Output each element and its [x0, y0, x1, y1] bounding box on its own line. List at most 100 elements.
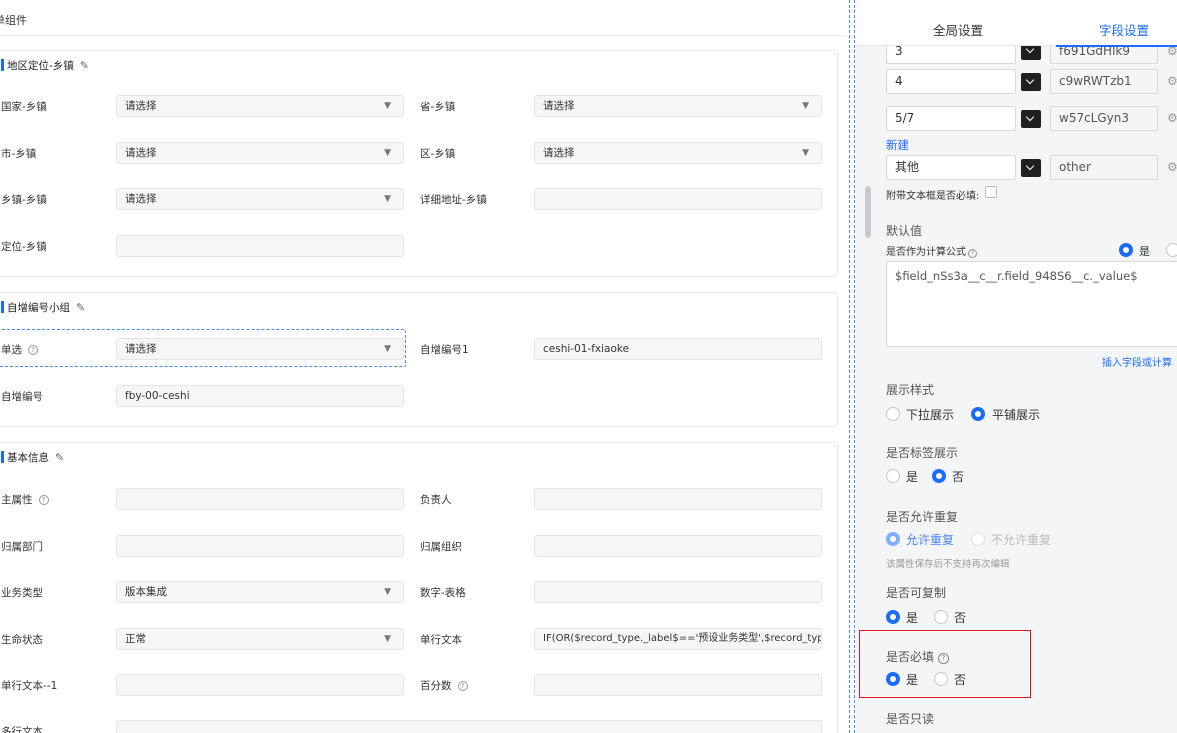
tile-display-radio[interactable]: [971, 407, 985, 421]
single-text-1-input[interactable]: [116, 674, 404, 696]
gear-icon[interactable]: ⚙: [1167, 74, 1177, 88]
section-region-location[interactable]: 地区定位-乡镇 ✎ 国家-乡镇 请选择 ▼ 省-乡镇 请选择 ▼ 市-乡镇 请选择 ▼…: [0, 50, 838, 277]
attach-required-label: 附带文本框是否必填:: [886, 191, 980, 202]
section-basic-info[interactable]: 基本信息 ✎ 主属性? 负责人 归属部门 归属组织 业务类型 版本集成 ▼ 数字-…: [0, 442, 838, 733]
copyable-yes-radio[interactable]: [886, 610, 900, 624]
section-title: 地区定位-乡镇: [7, 59, 74, 72]
option-key-input[interactable]: w57cLGyn3: [1050, 106, 1158, 131]
location-input[interactable]: [116, 235, 404, 257]
gear-icon[interactable]: ⚙: [1167, 111, 1177, 125]
attach-required-checkbox[interactable]: [985, 186, 997, 198]
field-label: 单选?: [1, 342, 38, 357]
auto-number-1-input[interactable]: ceshi-01-fxiaoke: [534, 338, 822, 360]
scrollbar-thumb[interactable]: [865, 186, 871, 238]
section-header: 自增编号小组 ✎: [0, 299, 85, 315]
copyable-title: 是否可复制: [886, 586, 947, 600]
percent-input[interactable]: [534, 674, 822, 696]
field-label-text: 百分数: [420, 680, 452, 692]
new-option-link[interactable]: 新建: [886, 137, 909, 153]
option-color-picker[interactable]: [1021, 159, 1041, 177]
single-text-input[interactable]: IF(OR($record_type._label$=='预设业务类型',$re…: [534, 628, 822, 650]
active-tab-indicator: [1056, 45, 1177, 47]
help-icon[interactable]: ?: [38, 495, 49, 505]
caret-down-icon: ▼: [384, 344, 391, 354]
no-dup-radio[interactable]: [971, 532, 985, 546]
formula-question-label: 是否作为计算公式?: [886, 243, 977, 258]
copyable-no-radio[interactable]: [934, 610, 948, 624]
help-icon[interactable]: ?: [28, 345, 38, 355]
section-title: 基本信息: [7, 451, 49, 464]
option-color-picker[interactable]: [1021, 110, 1041, 128]
district-select[interactable]: 请选择 ▼: [534, 142, 822, 164]
tab-field-settings[interactable]: 字段设置: [1099, 20, 1149, 39]
select-value: 版本集成: [125, 586, 167, 598]
number-table-input[interactable]: [534, 581, 822, 603]
option-color-picker[interactable]: [1021, 73, 1041, 91]
divider: [0, 35, 846, 36]
main-attr-input[interactable]: [116, 488, 404, 510]
field-label: 单行文本--1: [1, 680, 58, 692]
lifecycle-status-select[interactable]: 正常 ▼: [116, 628, 404, 650]
allow-dup-label: 允许重复: [906, 533, 955, 547]
field-label: 市-乡镇: [1, 148, 37, 160]
field-label: 生命状态: [1, 634, 43, 646]
field-label: 多行文本: [1, 726, 43, 733]
city-select[interactable]: 请选择 ▼: [116, 142, 404, 164]
caret-down-icon: ▼: [384, 587, 391, 597]
field-label-text: 主属性: [1, 494, 33, 506]
tab-global-settings[interactable]: 全局设置: [933, 20, 983, 39]
field-label-text: 单选: [1, 344, 22, 356]
insert-field-link[interactable]: 插入字段或计算: [1102, 354, 1172, 369]
section-accent-bar: [1, 59, 4, 71]
edit-icon[interactable]: ✎: [76, 301, 85, 314]
formula-yes-radio[interactable]: [1119, 243, 1133, 257]
field-label: 自增编号: [1, 391, 43, 403]
option-name-input[interactable]: 4: [886, 69, 1016, 94]
select-value: 请选择: [125, 193, 157, 205]
formula-no-radio[interactable]: [1166, 243, 1177, 257]
field-label: 业务类型: [1, 587, 43, 599]
formula-textarea[interactable]: $field_nSs3a__c__r.field_948S6__c._value…: [886, 261, 1177, 347]
caret-down-icon: ▼: [384, 634, 391, 644]
gear-icon[interactable]: ⚙: [1167, 160, 1177, 174]
edit-icon[interactable]: ✎: [80, 59, 89, 72]
department-input[interactable]: [116, 535, 404, 557]
caret-down-icon: ▼: [384, 148, 391, 158]
section-accent-bar: [1, 301, 4, 313]
dropdown-display-label: 下拉展示: [906, 408, 955, 422]
tag-display-title: 是否标签展示: [886, 446, 959, 460]
select-value: 请选择: [125, 343, 157, 355]
help-icon[interactable]: ?: [968, 249, 977, 258]
business-type-select[interactable]: 版本集成 ▼: [116, 581, 404, 603]
select-value: 请选择: [543, 147, 575, 159]
field-label: 自增编号1: [420, 344, 469, 356]
single-select[interactable]: 请选择 ▼: [116, 338, 404, 360]
owner-input[interactable]: [534, 488, 822, 510]
country-select[interactable]: 请选择 ▼: [116, 95, 404, 117]
section-auto-number[interactable]: 自增编号小组 ✎ 单选? 请选择 ▼ 自增编号1 ceshi-01-fxiaoke…: [0, 292, 838, 427]
field-label: 单行文本: [420, 634, 462, 646]
organization-input[interactable]: [534, 535, 822, 557]
form-canvas: 单组件 地区定位-乡镇 ✎ 国家-乡镇 请选择 ▼ 省-乡镇 请选择 ▼ 市-乡镇 …: [0, 0, 848, 733]
section-header: 基本信息 ✎: [0, 449, 64, 465]
field-label: 归属部门: [1, 541, 43, 553]
address-input[interactable]: [534, 188, 822, 210]
section-accent-bar: [1, 451, 4, 463]
tag-yes-radio[interactable]: [886, 469, 900, 483]
no-dup-label: 不允许重复: [991, 533, 1052, 547]
canvas-boundary: [854, 0, 855, 733]
field-label: 乡镇-乡镇: [1, 194, 47, 206]
other-option-key-input[interactable]: other: [1050, 155, 1158, 180]
dropdown-display-radio[interactable]: [886, 407, 900, 421]
town-select[interactable]: 请选择 ▼: [116, 188, 404, 210]
other-option-name-input[interactable]: 其他: [886, 155, 1016, 180]
option-name-input[interactable]: 5/7: [886, 106, 1016, 131]
multi-text-input[interactable]: [116, 720, 822, 733]
province-select[interactable]: 请选择 ▼: [534, 95, 822, 117]
auto-number-input[interactable]: fby-00-ceshi: [116, 385, 404, 407]
tag-no-radio[interactable]: [932, 469, 946, 483]
help-icon[interactable]: ?: [457, 681, 468, 691]
edit-icon[interactable]: ✎: [55, 451, 64, 464]
option-key-input[interactable]: c9wRWTzb1: [1050, 69, 1158, 94]
allow-dup-radio[interactable]: [886, 532, 900, 546]
